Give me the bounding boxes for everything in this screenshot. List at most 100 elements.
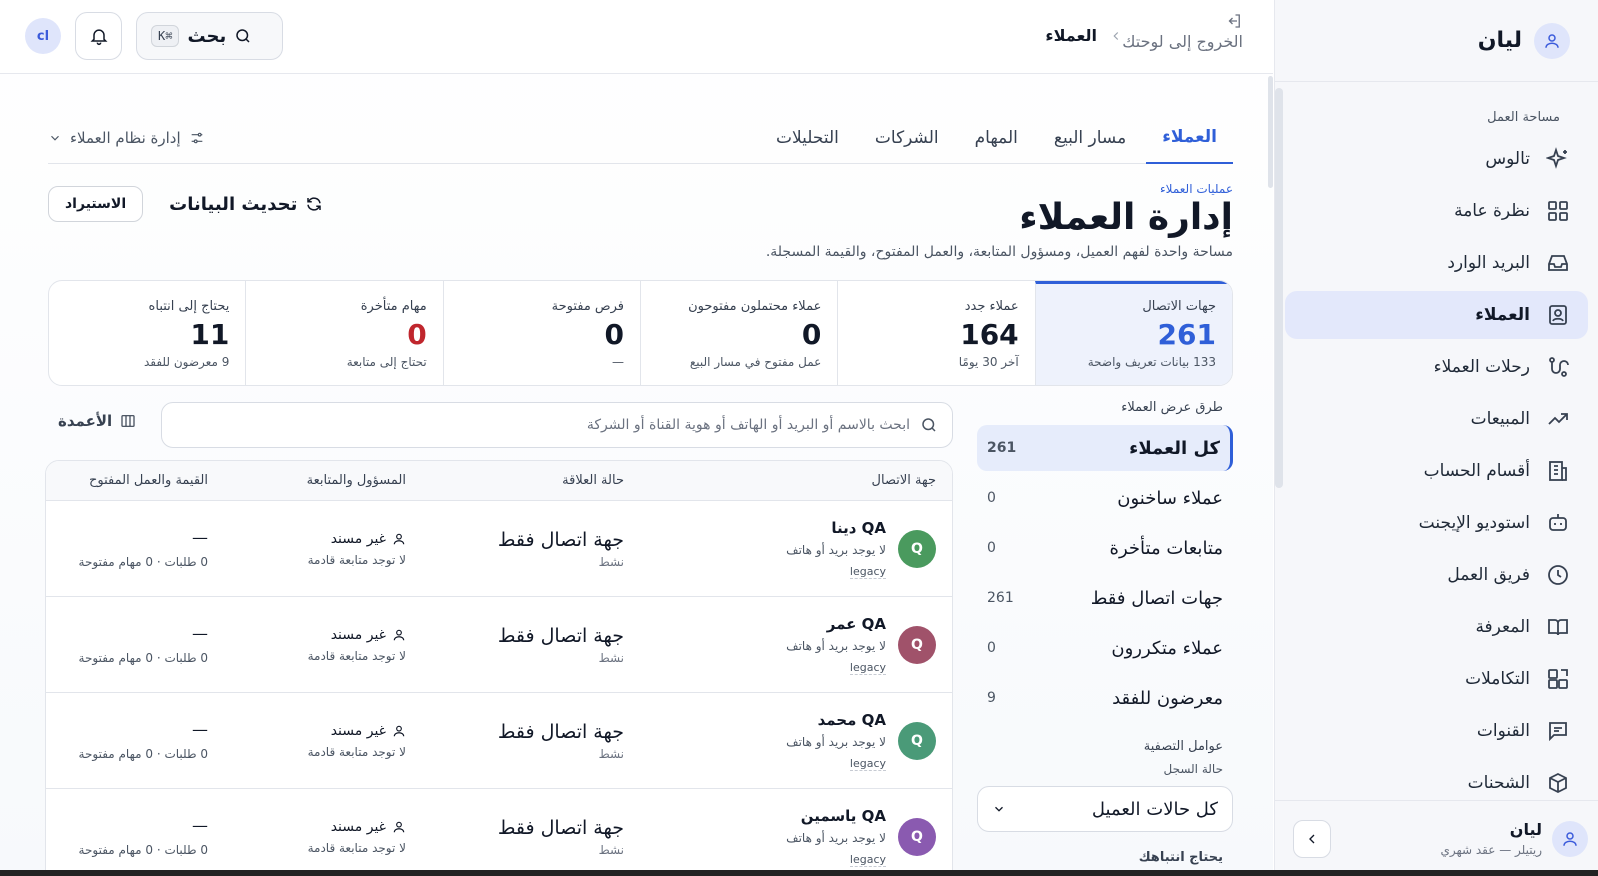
contact-email: لا يوجد بريد أو هاتف	[786, 830, 886, 845]
contact-cell: Q QA ياسمين لا يوجد بريد أو هاتف legacy	[640, 807, 952, 867]
stat-open-leads[interactable]: عملاء محتملون مفتوحون 0 عمل مفتوح في مسا…	[640, 281, 837, 385]
sidebar-item-label: القنوات	[1476, 721, 1530, 741]
owner-name: غير مسند	[330, 722, 386, 739]
stat-overdue-tasks[interactable]: مهام متأخرة 0 تحتاج إلى متابعة	[245, 281, 442, 385]
inbox-icon	[1548, 255, 1568, 271]
contact-cell: Q QA دينا لا يوجد بريد أو هاتف legacy	[640, 519, 952, 579]
stat-contacts[interactable]: جهات الاتصال 261 133 بيانات تعريف واضحة	[1034, 281, 1232, 385]
tab-tasks[interactable]: المهام	[959, 112, 1034, 164]
manage-crm-dropdown[interactable]: إدارة نظام العملاء	[48, 112, 205, 164]
view-overdue-followups[interactable]: متابعات متأخرة 0	[977, 525, 1233, 571]
global-search-button[interactable]: بحث ⌘K	[136, 12, 283, 60]
value-sub: 0 طلبات · 0 مهام مفتوحة	[78, 843, 208, 857]
workspace-avatar[interactable]	[1534, 22, 1570, 59]
stat-value: 261	[1157, 318, 1216, 351]
stat-open-opportunities[interactable]: فرص مفتوحة 0 —	[442, 281, 640, 385]
sidebar-item-label: المعرفة	[1475, 617, 1530, 637]
sidebar-item-label: المبيعات	[1470, 409, 1530, 429]
sidebar-item-label: العملاء	[1475, 305, 1530, 325]
view-hot-customers[interactable]: عملاء ساخنون 0	[977, 475, 1233, 521]
sidebar-scrollbar[interactable]	[1275, 88, 1283, 488]
sidebar-item-sales[interactable]: المبيعات	[1285, 395, 1588, 443]
sidebar-item-customers[interactable]: العملاء	[1285, 291, 1588, 339]
stat-note: —	[612, 355, 625, 369]
user-plan: ريتيلر — عقد شهري	[1440, 843, 1542, 857]
record-status-label: حالة السجل	[1163, 762, 1223, 776]
notifications-button[interactable]	[75, 12, 122, 60]
col-relation[interactable]: حالة العلاقة	[422, 473, 640, 488]
table-row[interactable]: Q QA دينا لا يوجد بريد أو هاتف legacy جه…	[46, 501, 952, 597]
sidebar-item-integrations[interactable]: التكاملات	[1285, 655, 1588, 703]
sidebar-item-journeys[interactable]: رحلات العملاء	[1285, 343, 1588, 391]
tab-companies[interactable]: الشركات	[859, 112, 955, 164]
search-placeholder: ابحث بالاسم أو البريد أو الهاتف أو هوية …	[586, 417, 910, 433]
col-owner[interactable]: المسؤول والمتابعة	[224, 473, 422, 488]
stat-note: 9 معرضون للفقد	[143, 355, 230, 369]
view-label: معرضون للفقد	[1112, 687, 1223, 709]
tab-customers[interactable]: العملاء	[1146, 112, 1233, 164]
view-count: 0	[987, 490, 996, 506]
stat-label: جهات الاتصال	[1142, 299, 1216, 314]
main-content: الخروج إلى لوحتك العملاء cl بحث ⌘K العمل…	[0, 0, 1273, 876]
stat-note: آخر 30 يومًا	[958, 355, 1019, 369]
customer-search-field[interactable]: ابحث بالاسم أو البريد أو الهاتف أو هوية …	[161, 402, 953, 448]
contact-email: لا يوجد بريد أو هاتف	[786, 638, 886, 653]
sidebar-item-talos[interactable]: تالوس	[1285, 135, 1588, 183]
relation-cell: جهة اتصال فقط نشط	[422, 721, 640, 761]
sidebar-item-label: أقسام الحساب	[1423, 461, 1530, 481]
contact-name[interactable]: QA محمد	[786, 711, 886, 729]
window-bottom-edge	[0, 870, 1598, 876]
tab-pipeline[interactable]: مسار البيع	[1038, 112, 1142, 164]
tab-analytics[interactable]: التحليلات	[760, 112, 855, 164]
view-all-customers[interactable]: كل العملاء 261	[977, 425, 1233, 471]
search-icon	[236, 29, 250, 43]
sidebar-item-agent-studio[interactable]: استوديو الإيجنت	[1285, 499, 1588, 547]
view-label: عملاء ساخنون	[1117, 487, 1223, 509]
view-repeat-customers[interactable]: عملاء متكررون 0	[977, 625, 1233, 671]
col-contact[interactable]: جهة الاتصال	[640, 473, 952, 488]
contact-name[interactable]: QA عمر	[786, 615, 886, 633]
refresh-data-button[interactable]: تحديث البيانات	[169, 194, 323, 215]
sidebar-item-label: فريق العمل	[1447, 565, 1530, 585]
col-value[interactable]: القيمة والعمل المفتوح	[46, 473, 224, 488]
stat-needs-attention[interactable]: يحتاج إلى انتباه 11 9 معرضون للفقد	[49, 281, 245, 385]
contact-tag: legacy	[849, 756, 886, 771]
table-row[interactable]: Q QA عمر لا يوجد بريد أو هاتف legacy جهة…	[46, 597, 952, 693]
route-icon	[1549, 357, 1569, 377]
sidebar-item-channels[interactable]: القنوات	[1285, 707, 1588, 755]
breadcrumb: العملاء	[1045, 26, 1123, 45]
stat-value: 0	[407, 318, 427, 351]
view-at-risk[interactable]: معرضون للفقد 9	[977, 675, 1233, 721]
stat-label: عملاء محتملون مفتوحون	[688, 299, 822, 314]
view-label: عملاء متكررون	[1111, 637, 1223, 659]
import-button[interactable]: الاستيراد	[48, 186, 144, 222]
contact-tag: legacy	[849, 660, 886, 675]
view-contacts-only[interactable]: جهات اتصال فقط 261	[977, 575, 1233, 621]
value-cell: — 0 طلبات · 0 مهام مفتوحة	[46, 528, 224, 569]
customer-status-select[interactable]: كل حالات العميل	[977, 786, 1233, 832]
collapse-sidebar-button[interactable]	[1293, 819, 1331, 858]
sidebar-item-inbox[interactable]: البريد الوارد	[1285, 239, 1588, 287]
manage-label: إدارة نظام العملاء	[70, 129, 181, 147]
stat-new-customers[interactable]: عملاء جدد 164 آخر 30 يومًا	[837, 281, 1034, 385]
sidebar-header: ليان	[1275, 0, 1598, 82]
sidebar-item-knowledge[interactable]: المعرفة	[1285, 603, 1588, 651]
user-avatar-button[interactable]: cl	[25, 18, 61, 54]
sidebar-item-accounts[interactable]: أقسام الحساب	[1285, 447, 1588, 495]
contact-name[interactable]: QA ياسمين	[786, 807, 886, 825]
relation-sub: نشط	[598, 650, 624, 665]
contact-name[interactable]: QA دينا	[786, 519, 886, 537]
user-avatar[interactable]	[1552, 820, 1588, 857]
contact-cell: Q QA محمد لا يوجد بريد أو هاتف legacy	[640, 711, 952, 771]
main-scrollbar[interactable]	[1268, 76, 1273, 188]
table-row[interactable]: Q QA محمد لا يوجد بريد أو هاتف legacy جه…	[46, 693, 952, 789]
sidebar-item-team[interactable]: فريق العمل	[1285, 551, 1588, 599]
sidebar-item-overview[interactable]: نظرة عامة	[1285, 187, 1588, 235]
owner-name: غير مسند	[330, 626, 386, 643]
exit-to-dashboard-link[interactable]: الخروج إلى لوحتك	[1122, 12, 1243, 51]
chevron-left-icon	[1113, 31, 1119, 40]
columns-button[interactable]: الأعمدة	[58, 412, 136, 430]
refresh-label: تحديث البيانات	[169, 193, 298, 215]
table-row[interactable]: Q QA ياسمين لا يوجد بريد أو هاتف legacy …	[46, 789, 952, 876]
value: —	[192, 720, 208, 739]
